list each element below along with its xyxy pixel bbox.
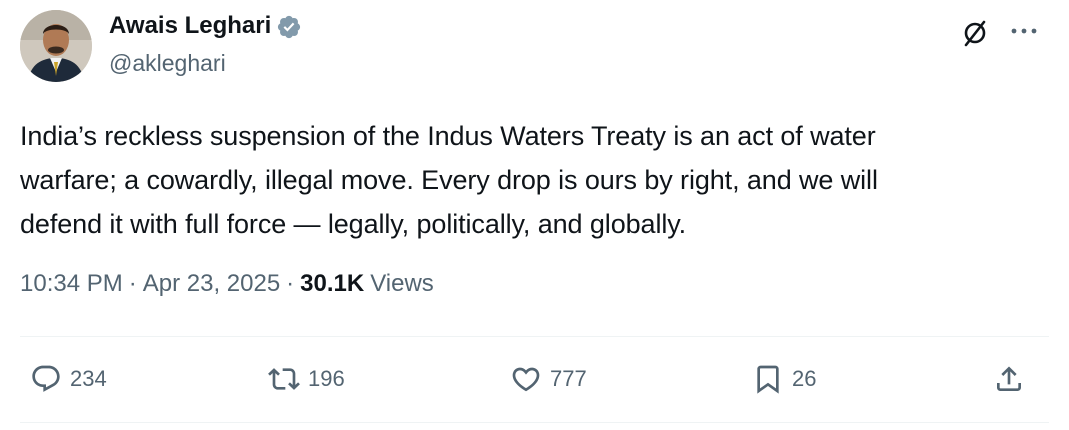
tweet-meta: 10:34 PM · Apr 23, 2025 · 30.1K Views: [20, 270, 434, 298]
tweet-text-line: India’s reckless suspension of the Indus…: [20, 121, 876, 151]
grok-icon: [964, 20, 986, 47]
action-bar: 234 196 777 26: [0, 356, 1069, 402]
more-icon: [1011, 28, 1037, 34]
author-handle[interactable]: @akleghari: [109, 50, 226, 77]
bookmark-count: 26: [792, 366, 817, 391]
tweet-time[interactable]: 10:34 PM: [20, 270, 123, 298]
meta-separator: ·: [128, 270, 137, 297]
reply-button[interactable]: 234: [30, 356, 107, 402]
more-options-button[interactable]: [1004, 16, 1044, 46]
reply-icon: [32, 365, 60, 392]
bookmark-icon: [757, 365, 779, 394]
heart-icon: [512, 367, 540, 392]
avatar[interactable]: [20, 10, 92, 82]
tweet-text-line: defend it with full force — legally, pol…: [20, 209, 687, 239]
tweet-text-line: warfare; a cowardly, illegal move. Every…: [20, 165, 878, 195]
retweet-count: 196: [308, 366, 345, 391]
share-button[interactable]: [993, 356, 1025, 402]
retweet-button[interactable]: 196: [268, 356, 345, 402]
divider: [20, 422, 1049, 423]
meta-separator: ·: [286, 270, 295, 297]
views-label: Views: [370, 270, 434, 297]
tweet-text: India’s reckless suspension of the Indus…: [20, 114, 1050, 246]
verified-badge-icon: [278, 15, 301, 38]
author-display-name[interactable]: Awais Leghari: [109, 12, 271, 40]
divider: [20, 336, 1049, 337]
retweet-icon: [268, 368, 300, 390]
share-icon: [997, 366, 1021, 391]
like-button[interactable]: 777: [510, 356, 587, 402]
grok-button[interactable]: [958, 16, 992, 50]
tweet-date[interactable]: Apr 23, 2025: [143, 270, 280, 298]
views-count: 30.1K: [300, 270, 365, 297]
reply-count: 234: [70, 366, 107, 391]
profile-photo-icon: [20, 10, 92, 82]
like-count: 777: [550, 366, 587, 391]
bookmark-button[interactable]: 26: [752, 356, 816, 402]
